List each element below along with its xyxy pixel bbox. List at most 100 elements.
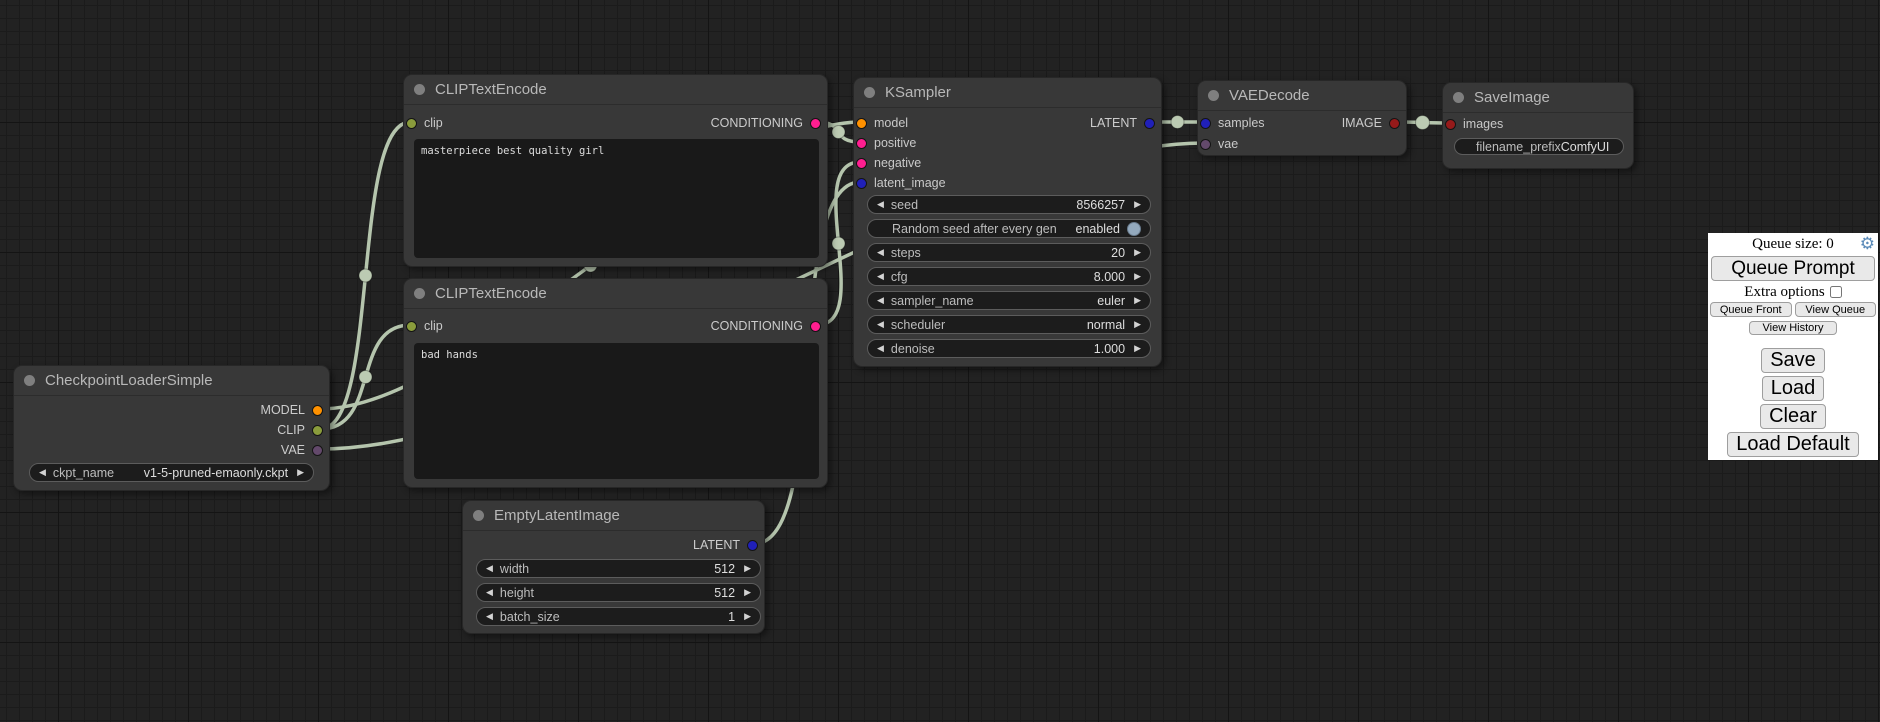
sampler-name-widget[interactable]: ◀ sampler_name euler ▶ <box>867 291 1151 310</box>
collapse-dot-icon[interactable] <box>1453 92 1464 103</box>
model-port-icon[interactable] <box>856 118 867 129</box>
arrow-left-icon[interactable]: ◀ <box>877 200 884 209</box>
latent-port-icon[interactable] <box>1144 118 1155 129</box>
width-widget[interactable]: ◀ width 512 ▶ <box>476 559 761 578</box>
collapse-dot-icon[interactable] <box>473 510 484 521</box>
node-title-bar[interactable]: EmptyLatentImage <box>463 501 764 531</box>
graph-canvas[interactable]: { "graph": { "checkpoint_loader": { "tit… <box>0 0 1880 722</box>
input-slot-latent-image[interactable]: latent_image <box>856 173 946 193</box>
latent-port-icon[interactable] <box>747 540 758 551</box>
view-queue-button[interactable]: View Queue <box>1795 302 1877 317</box>
conditioning-port-icon[interactable] <box>810 118 821 129</box>
save-button[interactable]: Save <box>1761 348 1825 373</box>
arrow-right-icon[interactable]: ▶ <box>744 564 751 573</box>
arrow-left-icon[interactable]: ◀ <box>39 468 46 477</box>
clip-port-icon[interactable] <box>312 425 323 436</box>
collapse-dot-icon[interactable] <box>864 87 875 98</box>
cfg-widget[interactable]: ◀ cfg 8.000 ▶ <box>867 267 1151 286</box>
clear-button[interactable]: Clear <box>1760 404 1826 429</box>
input-slot-positive[interactable]: positive <box>856 133 916 153</box>
node-title-bar[interactable]: VAEDecode <box>1198 81 1406 111</box>
model-port-icon[interactable] <box>312 405 323 416</box>
arrow-left-icon[interactable]: ◀ <box>486 588 493 597</box>
output-slot-vae[interactable]: VAE <box>281 440 323 460</box>
output-slot-conditioning[interactable]: CONDITIONING <box>711 113 821 133</box>
node-title-bar[interactable]: SaveImage <box>1443 83 1633 113</box>
input-slot-clip[interactable]: clip <box>406 316 443 336</box>
input-slot-clip[interactable]: clip <box>406 113 443 133</box>
conditioning-port-icon[interactable] <box>856 158 867 169</box>
input-slot-samples[interactable]: samples <box>1200 113 1265 133</box>
conditioning-port-icon[interactable] <box>856 138 867 149</box>
arrow-left-icon[interactable]: ◀ <box>877 248 884 257</box>
arrow-right-icon[interactable]: ▶ <box>1134 248 1141 257</box>
conditioning-port-icon[interactable] <box>810 321 821 332</box>
arrow-right-icon[interactable]: ▶ <box>1134 320 1141 329</box>
node-empty-latent-image[interactable]: EmptyLatentImage LATENT ◀ width 512 ▶ ◀ … <box>462 500 765 634</box>
vae-port-icon[interactable] <box>1200 139 1211 150</box>
arrow-right-icon[interactable]: ▶ <box>1134 200 1141 209</box>
ckpt-name-widget[interactable]: ◀ ckpt_name v1-5-pruned-emaonly.ckpt ▶ <box>29 463 314 482</box>
arrow-left-icon[interactable]: ◀ <box>877 344 884 353</box>
denoise-widget[interactable]: ◀ denoise 1.000 ▶ <box>867 339 1151 358</box>
batch-size-widget[interactable]: ◀ batch_size 1 ▶ <box>476 607 761 626</box>
steps-widget[interactable]: ◀ steps 20 ▶ <box>867 243 1151 262</box>
node-vae-decode[interactable]: VAEDecode samples vae IMAGE <box>1197 80 1407 156</box>
output-slot-model[interactable]: MODEL <box>261 400 323 420</box>
output-slot-conditioning[interactable]: CONDITIONING <box>711 316 821 336</box>
arrow-left-icon[interactable]: ◀ <box>877 296 884 305</box>
queue-prompt-button[interactable]: Queue Prompt <box>1711 256 1875 281</box>
seed-widget[interactable]: ◀ seed 8566257 ▶ <box>867 195 1151 214</box>
load-default-button[interactable]: Load Default <box>1727 432 1858 457</box>
clip-port-icon[interactable] <box>406 118 417 129</box>
output-slot-clip[interactable]: CLIP <box>277 420 323 440</box>
filename-prefix-widget[interactable]: filename_prefix ComfyUI <box>1454 138 1624 155</box>
node-checkpoint-loader-simple[interactable]: CheckpointLoaderSimple MODEL CLIP VAE ◀ … <box>13 365 330 491</box>
toggle-enabled-icon[interactable] <box>1127 222 1141 236</box>
input-slot-negative[interactable]: negative <box>856 153 921 173</box>
node-save-image[interactable]: SaveImage images filename_prefix ComfyUI <box>1442 82 1634 169</box>
arrow-right-icon[interactable]: ▶ <box>744 612 751 621</box>
node-ksampler[interactable]: KSampler model positive negative latent_… <box>853 77 1162 367</box>
image-port-icon[interactable] <box>1445 119 1456 130</box>
arrow-left-icon[interactable]: ◀ <box>877 320 884 329</box>
node-title-bar[interactable]: CheckpointLoaderSimple <box>14 366 329 396</box>
arrow-right-icon[interactable]: ▶ <box>297 468 304 477</box>
collapse-dot-icon[interactable] <box>414 84 425 95</box>
queue-front-button[interactable]: Queue Front <box>1710 302 1792 317</box>
node-clip-text-encode-negative[interactable]: CLIPTextEncode clip CONDITIONING bad han… <box>403 278 828 488</box>
latent-port-icon[interactable] <box>856 178 867 189</box>
output-slot-latent[interactable]: LATENT <box>1090 113 1155 133</box>
arrow-right-icon[interactable]: ▶ <box>1134 344 1141 353</box>
clip-port-icon[interactable] <box>406 321 417 332</box>
output-slot-latent[interactable]: LATENT <box>693 535 758 555</box>
input-slot-model[interactable]: model <box>856 113 908 133</box>
load-button[interactable]: Load <box>1762 376 1825 401</box>
arrow-left-icon[interactable]: ◀ <box>486 612 493 621</box>
vae-port-icon[interactable] <box>312 445 323 456</box>
arrow-left-icon[interactable]: ◀ <box>877 272 884 281</box>
image-port-icon[interactable] <box>1389 118 1400 129</box>
output-slot-image[interactable]: IMAGE <box>1342 113 1400 133</box>
collapse-dot-icon[interactable] <box>24 375 35 386</box>
node-title-bar[interactable]: CLIPTextEncode <box>404 75 827 105</box>
node-clip-text-encode-positive[interactable]: CLIPTextEncode clip CONDITIONING masterp… <box>403 74 828 267</box>
positive-prompt-textarea[interactable]: masterpiece best quality girl <box>414 139 819 258</box>
view-history-button[interactable]: View History <box>1749 321 1837 335</box>
negative-prompt-textarea[interactable]: bad hands <box>414 343 819 479</box>
arrow-left-icon[interactable]: ◀ <box>486 564 493 573</box>
arrow-right-icon[interactable]: ▶ <box>1134 272 1141 281</box>
arrow-right-icon[interactable]: ▶ <box>1134 296 1141 305</box>
latent-port-icon[interactable] <box>1200 118 1211 129</box>
node-title-bar[interactable]: CLIPTextEncode <box>404 279 827 309</box>
input-slot-images[interactable]: images <box>1445 114 1503 134</box>
input-slot-vae[interactable]: vae <box>1200 134 1238 154</box>
random-seed-toggle-widget[interactable]: Random seed after every gen enabled <box>867 219 1151 238</box>
height-widget[interactable]: ◀ height 512 ▶ <box>476 583 761 602</box>
collapse-dot-icon[interactable] <box>414 288 425 299</box>
gear-icon[interactable]: ⚙ <box>1860 235 1875 252</box>
collapse-dot-icon[interactable] <box>1208 90 1219 101</box>
extra-options-checkbox[interactable] <box>1830 286 1842 298</box>
arrow-right-icon[interactable]: ▶ <box>744 588 751 597</box>
node-title-bar[interactable]: KSampler <box>854 78 1161 108</box>
